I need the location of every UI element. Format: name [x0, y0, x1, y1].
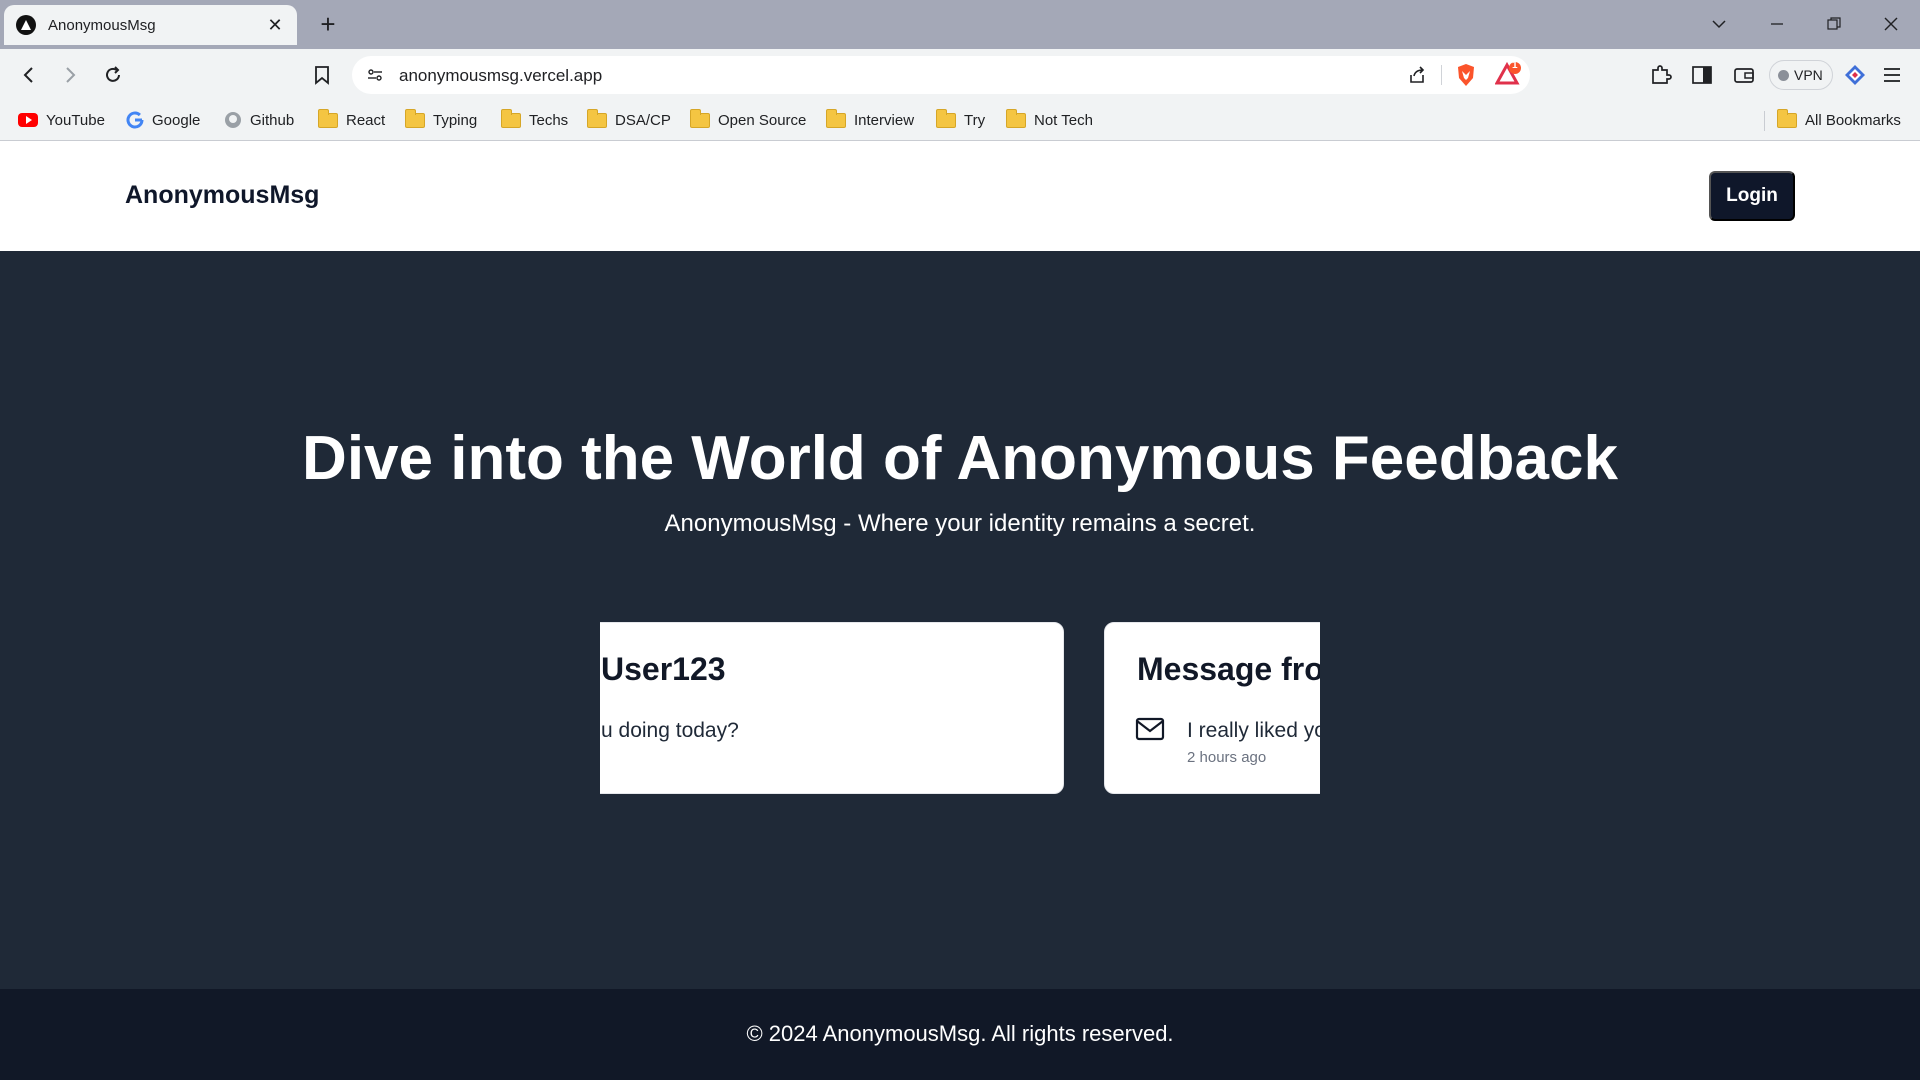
site-settings-icon[interactable] — [362, 62, 388, 88]
site-footer: © 2024 AnonymousMsg. All rights reserved… — [0, 989, 1920, 1080]
bookmark-label: DSA/CP — [615, 111, 671, 129]
back-arrow-icon[interactable] — [15, 61, 43, 89]
bookmark-label: YouTube — [46, 111, 105, 129]
wallet-icon[interactable] — [1731, 62, 1757, 88]
forward-arrow-icon[interactable] — [56, 61, 84, 89]
message-card: Message fron I really liked yo 2 hours a… — [1104, 622, 1320, 794]
message-carousel[interactable]: User123 u doing today? Message fron I re… — [600, 622, 1320, 794]
bookmark-label: React — [346, 111, 386, 129]
omnibox-divider — [1441, 65, 1442, 85]
bookmark-folder-dsa-cp[interactable]: DSA/CP — [587, 108, 671, 131]
folder-icon — [587, 108, 607, 128]
hero-subtitle: AnonymousMsg - Where your identity remai… — [664, 510, 1256, 537]
message-card: User123 u doing today? — [600, 622, 1064, 794]
brave-rewards-icon[interactable]: 1 — [1495, 60, 1521, 88]
bookmark-label: Open Source — [718, 111, 807, 129]
bookmarks-divider — [1764, 111, 1765, 131]
login-button[interactable]: Login — [1709, 171, 1795, 221]
folder-icon — [1006, 108, 1026, 128]
leo-ai-icon[interactable] — [1842, 62, 1868, 88]
bookmark-label: Techs — [529, 111, 569, 129]
rewards-badge: 1 — [1512, 60, 1518, 71]
close-window-icon[interactable] — [1879, 12, 1903, 36]
tab-title: AnonymousMsg — [48, 16, 156, 34]
vpn-button[interactable]: VPN — [1769, 60, 1833, 90]
browser-tab-strip: AnonymousMsg ✕ + — [0, 0, 1920, 49]
card-message: I really liked yo — [1187, 719, 1320, 742]
extensions-icon[interactable] — [1648, 62, 1674, 88]
bookmark-google[interactable]: Google — [126, 109, 200, 131]
hero-section: Dive into the World of Anonymous Feedbac… — [0, 251, 1920, 989]
bookmark-folder-open-source[interactable]: Open Source — [690, 108, 807, 131]
bookmarks-bar: YouTube Google Github React Typing Techs… — [0, 101, 1920, 141]
site-header: AnonymousMsg Login — [0, 141, 1920, 251]
brand-logo-text[interactable]: AnonymousMsg — [125, 181, 319, 210]
url-text: anonymousmsg.vercel.app — [399, 66, 603, 85]
brave-shields-icon[interactable] — [1453, 62, 1479, 88]
bookmark-folder-interview[interactable]: Interview — [826, 108, 915, 131]
reload-icon[interactable] — [99, 61, 127, 89]
bookmark-label: Google — [152, 111, 201, 129]
share-icon[interactable] — [1404, 62, 1430, 88]
folder-icon — [405, 108, 425, 128]
folder-icon — [690, 108, 710, 128]
bookmark-label: Typing — [433, 111, 478, 129]
bookmark-label: Not Tech — [1034, 111, 1093, 129]
footer-copyright: © 2024 AnonymousMsg. All rights reserved… — [746, 1021, 1174, 1046]
card-message: u doing today? — [601, 719, 739, 742]
bookmark-folder-react[interactable]: React — [318, 108, 386, 131]
bookmark-label: Try — [964, 111, 986, 129]
google-icon — [126, 111, 144, 129]
youtube-icon — [18, 113, 38, 127]
browser-tab[interactable]: AnonymousMsg ✕ — [4, 5, 297, 45]
card-title: Message fron — [1137, 651, 1320, 687]
bookmark-github[interactable]: Github — [224, 109, 294, 131]
minimize-icon[interactable] — [1765, 12, 1789, 36]
vpn-status-dot-icon — [1778, 69, 1789, 81]
all-bookmarks-button[interactable]: All Bookmarks — [1777, 108, 1901, 131]
card-title: User123 — [601, 651, 726, 687]
bookmark-youtube[interactable]: YouTube — [18, 109, 105, 131]
card-timestamp: 2 hours ago — [1187, 749, 1267, 766]
bookmark-label: Interview — [854, 111, 915, 129]
bookmark-label: Github — [250, 111, 295, 129]
folder-icon — [936, 108, 956, 128]
all-bookmarks-label: All Bookmarks — [1805, 111, 1901, 129]
bookmark-page-icon[interactable] — [308, 61, 336, 89]
folder-icon — [501, 108, 521, 128]
mail-icon — [1135, 717, 1165, 746]
menu-icon[interactable] — [1879, 62, 1905, 88]
restore-icon[interactable] — [1822, 12, 1846, 36]
folder-icon — [1777, 108, 1797, 128]
address-bar[interactable]: anonymousmsg.vercel.app 1 — [352, 56, 1530, 94]
new-tab-button[interactable]: + — [314, 10, 342, 38]
tab-close-icon[interactable]: ✕ — [265, 15, 285, 36]
bookmark-folder-techs[interactable]: Techs — [501, 108, 569, 131]
site-favicon-icon — [16, 15, 36, 35]
bookmark-folder-typing[interactable]: Typing — [405, 108, 478, 131]
hero-title: Dive into the World of Anonymous Feedbac… — [302, 424, 1618, 493]
bookmark-folder-try[interactable]: Try — [936, 108, 986, 131]
browser-toolbar: anonymousmsg.vercel.app 1 VPN — [0, 49, 1920, 101]
sidebar-toggle-icon[interactable] — [1689, 62, 1715, 88]
folder-icon — [318, 108, 338, 128]
vpn-label: VPN — [1794, 67, 1823, 83]
tab-search-chevron-icon[interactable] — [1707, 12, 1731, 36]
github-icon — [224, 111, 242, 129]
folder-icon — [826, 108, 846, 128]
bookmark-folder-not-tech[interactable]: Not Tech — [1006, 108, 1093, 131]
